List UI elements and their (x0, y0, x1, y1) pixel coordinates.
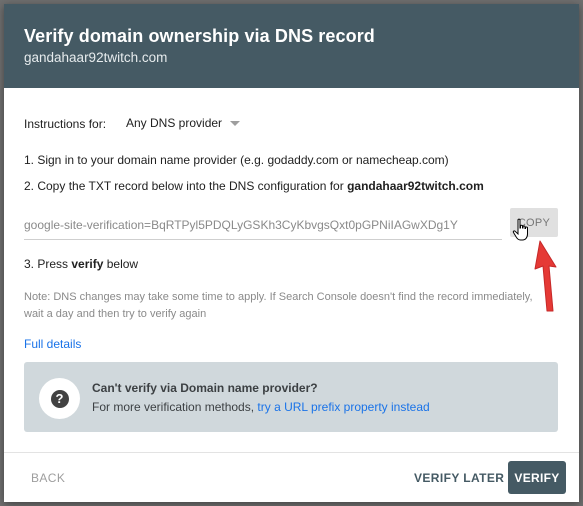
step-2-domain: gandahaar92twitch.com (347, 179, 484, 193)
dialog-title: Verify domain ownership via DNS record (24, 26, 375, 46)
url-prefix-link[interactable]: try a URL prefix property instead (257, 400, 429, 414)
step-3-text: 3. Press (24, 257, 72, 271)
full-details-link[interactable]: Full details (24, 337, 81, 351)
step-2: 2. Copy the TXT record below into the DN… (24, 179, 484, 193)
dialog-footer: BACK VERIFY LATER VERIFY (4, 452, 579, 502)
dns-note: Note: DNS changes may take some time to … (24, 291, 533, 320)
dns-provider-select[interactable]: Any DNS provider (126, 116, 241, 130)
red-up-arrow-icon (532, 239, 562, 319)
step-3-verify: verify (71, 257, 104, 271)
hand-pointer-icon (512, 218, 532, 247)
step-2-text: 2. Copy the TXT record below into the DN… (24, 179, 348, 193)
instructions-label: Instructions for: (24, 117, 107, 131)
dialog-header: Verify domain ownership via DNS record g… (4, 4, 579, 88)
alternative-method-box: ? Can't verify via Domain name provider?… (24, 362, 558, 432)
step-3: 3. Press verify below (24, 257, 138, 271)
back-button[interactable]: BACK (31, 471, 65, 485)
domain-subtitle: gandahaar92twitch.com (24, 50, 168, 65)
verify-dialog: Verify domain ownership via DNS record g… (4, 4, 579, 502)
step-3-suffix: below (103, 257, 139, 271)
question-icon: ? (50, 389, 69, 408)
dropdown-caret-icon (230, 121, 241, 126)
verify-later-button[interactable]: VERIFY LATER (414, 471, 504, 485)
alt-box-prefix: For more verification methods, (92, 400, 258, 414)
help-icon-circle: ? (39, 378, 80, 419)
dns-provider-value: Any DNS provider (126, 116, 223, 130)
alt-box-text: For more verification methods, try a URL… (92, 400, 430, 414)
txt-record-field[interactable]: google-site-verification=BqRTPyl5PDQLyGS… (24, 217, 502, 240)
step-1: 1. Sign in to your domain name provider … (24, 153, 449, 167)
verify-button[interactable]: VERIFY (508, 461, 566, 494)
alt-box-title: Can't verify via Domain name provider? (92, 381, 318, 395)
